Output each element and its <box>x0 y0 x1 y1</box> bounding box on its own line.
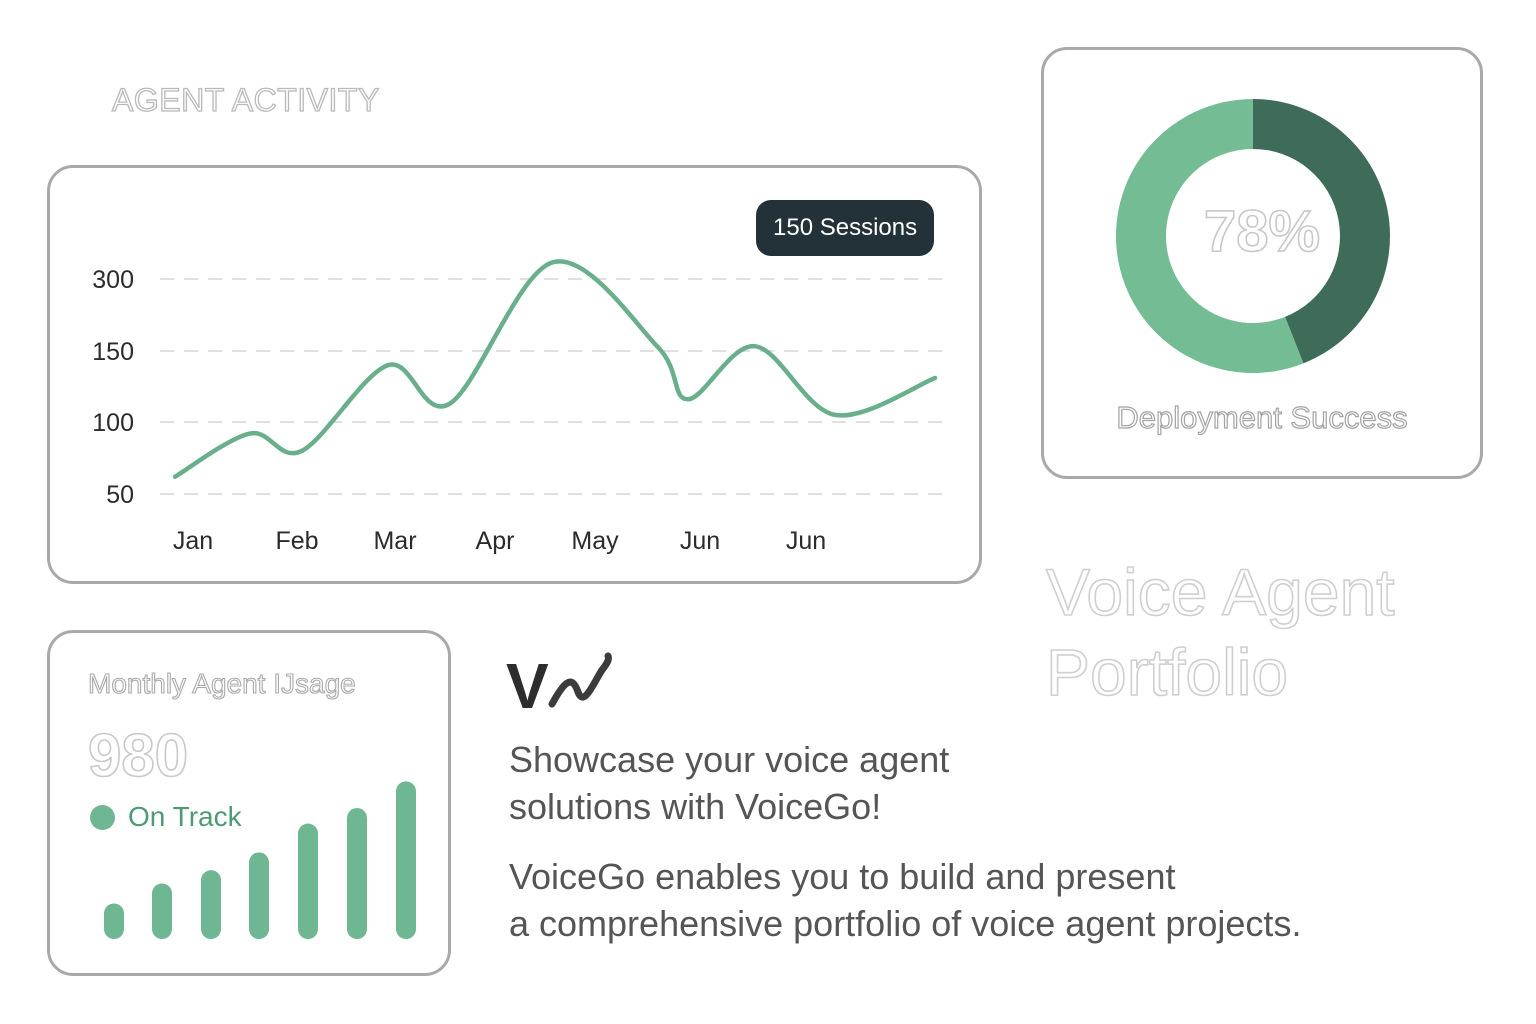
agent-activity-card: 300 150 100 50 Jan Feb Mar Apr May Jun Jun 150 Se… <box>47 165 982 584</box>
usage-bar <box>152 883 172 939</box>
usage-bar <box>347 808 367 939</box>
usage-bar <box>201 870 221 939</box>
description-line1: VoiceGo enables you to build and present <box>509 856 1176 897</box>
hero-title-line2: Portfolio <box>1045 634 1289 710</box>
series-line <box>172 259 938 479</box>
y-tick-label: 300 <box>92 266 134 294</box>
x-tick-label: Apr <box>476 527 515 555</box>
y-tick-label: 100 <box>92 409 134 437</box>
hero-title-line1: Voice Agent <box>1045 554 1395 630</box>
x-tick-label: Mar <box>373 527 416 555</box>
y-tick-label: 150 <box>92 338 134 366</box>
voicego-logo: V <box>506 652 612 722</box>
logo-wave-icon <box>548 652 612 708</box>
deployment-percent: 78% <box>1203 198 1321 265</box>
usage-bar-chart <box>104 781 416 939</box>
y-tick-label: 50 <box>106 481 134 509</box>
usage-bar <box>249 852 269 939</box>
x-tick-label: Feb <box>275 527 318 555</box>
tagline-line1: Showcase your voice agent <box>509 739 950 780</box>
x-tick-label: Jan <box>173 527 213 555</box>
tagline: Showcase your voice agent solutions with… <box>509 736 1069 830</box>
usage-bar <box>396 781 416 939</box>
tagline-line2: solutions with VoiceGo! <box>509 786 882 827</box>
usage-bar <box>298 823 318 939</box>
deployment-label: Deployment Success <box>1116 399 1408 435</box>
hero-title: Voice Agent Portfolio <box>1045 552 1395 712</box>
description-line2: a comprehensive portfolio of voice agent… <box>509 903 1302 944</box>
x-tick-label: Jun <box>786 527 826 555</box>
monthly-usage-card: Monthly Agent IJsage 980 On Track <box>47 630 451 976</box>
sessions-badge: 150 Sessions <box>756 200 935 256</box>
x-tick-label: May <box>571 527 619 555</box>
x-tick-label: Jun <box>680 527 720 555</box>
section-title: AGENT ACTIVITY <box>111 81 380 118</box>
deployment-success-card: 78% Deployment Success <box>1041 47 1483 479</box>
description: VoiceGo enables you to build and present… <box>509 853 1449 947</box>
usage-bar <box>104 903 124 939</box>
logo-letter: V <box>506 652 549 722</box>
